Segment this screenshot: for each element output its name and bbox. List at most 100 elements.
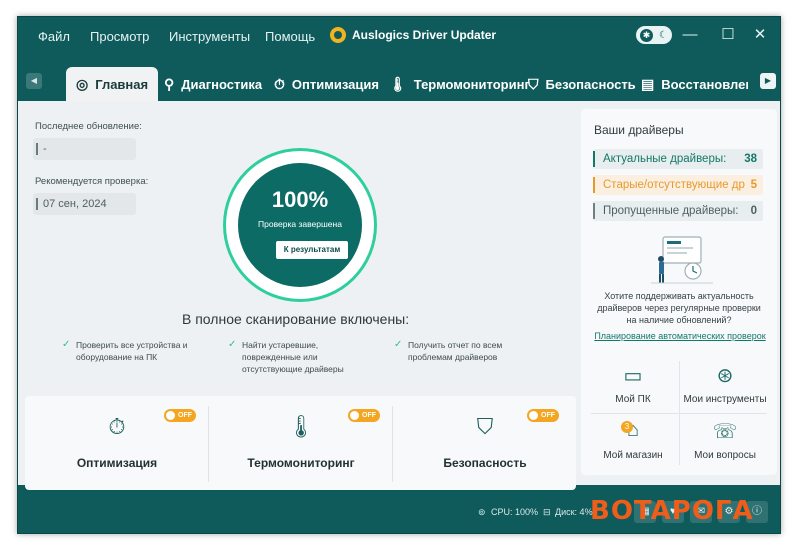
monitor-icon: ▭ [623,365,643,387]
tab-diagnostics-label: Диагностика [181,76,263,92]
moon-icon: ☾ [659,29,668,41]
disk-usage: Диск: 4% [555,507,593,517]
gauge-percent: 100% [271,187,329,212]
feature-text: Найти устаревшие, поврежденные или отсут… [242,340,344,374]
menu-tools[interactable]: Инструменты [169,29,250,44]
last-update-value: - [33,138,136,160]
tab-security[interactable]: ⛉ Безопасность [528,67,636,101]
scan-progress-gauge: 100% Проверка завершена К результатам [223,148,377,302]
schedule-checks-link[interactable]: Планирование автоматических проверок [589,331,771,341]
tab-home-label: Главная [95,76,149,92]
tools-icon: ⊛ [716,365,734,387]
feature-text: Получить отчет по всем проблемам драйвер… [408,340,503,362]
driver-row-label: Актуальные драйверы: [603,153,727,165]
app-title: Auslogics Driver Updater [330,27,496,43]
scan-title: В полное сканирование включены: [182,311,410,327]
support-icon: ☏ [712,421,738,443]
tab-home[interactable]: ◎ Главная [66,67,159,101]
menu-view[interactable]: Просмотр [90,29,149,44]
store-icon: ⌂ [626,419,640,441]
chevron-left-icon: ◀ [30,76,38,85]
card-thermo[interactable]: 🌡 Термомониторинг OFF [209,396,393,490]
app-logo-icon [330,27,346,43]
tab-diagnostics[interactable]: ⚲ Диагностика [164,67,262,101]
feature-cards: ⏱ Оптимизация OFF 🌡 Термомониторинг OFF … [25,396,576,490]
tab-optimization-label: Оптимизация [291,76,379,92]
feature-item: ✓ Получить отчет по всем проблемам драйв… [394,339,538,363]
security-toggle[interactable]: OFF [527,409,559,422]
main-content: Последнее обновление: - Рекомендуется пр… [18,101,780,490]
theme-toggle[interactable]: ✱ ☾ [636,26,672,44]
sun-icon: ✱ [640,28,653,42]
driver-row-count: 0 [750,205,757,217]
quick-label: Мой магазин [603,450,663,461]
tab-security-label: Безопасность [545,76,636,92]
optimization-toggle[interactable]: OFF [164,409,196,422]
search-icon: ⚲ [164,75,175,92]
tab-strip: ◎ Главная ⚲ Диагностика ⏱ Оптимизация 🌡 … [58,61,748,101]
quick-label: Мои инструменты [683,394,767,405]
check-icon: ✓ [228,339,237,350]
card-title: Оптимизация [76,456,158,470]
card-optimization[interactable]: ⏱ Оптимизация OFF [25,396,209,490]
thermometer-icon: 🌡 [389,75,407,92]
drivers-up-to-date[interactable]: Актуальные драйверы: 38 [593,149,763,169]
drivers-skipped[interactable]: Пропущенные драйверы: 0 [593,201,763,221]
card-security[interactable]: ⛉ Безопасность OFF [393,396,577,490]
tab-scroll-right-button[interactable]: ▶ [760,73,776,89]
check-icon: ✓ [62,339,71,350]
app-title-text: Auslogics Driver Updater [352,28,497,42]
app-window: Файл Просмотр Инструменты Помощь Auslogi… [17,16,781,534]
drivers-outdated[interactable]: Старые/отсутствующие др 5 [593,175,763,195]
my-store-button[interactable]: ⌂ 3 Мой магазин [587,413,679,469]
watermark: BOTAPOГA [590,496,754,526]
menu-help[interactable]: Помощь [265,29,315,44]
my-tools-button[interactable]: ⊛ Мои инструменты [679,357,771,413]
feature-text: Проверить все устройства и оборудование … [76,340,188,362]
cpu-usage: CPU: 100% [491,507,539,517]
maximize-icon: ☐ [721,26,735,43]
driver-row-label: Пропущенные драйверы: [603,205,739,217]
minimize-button[interactable]: — [680,25,700,45]
quick-label: Мой ПК [615,394,651,405]
minimize-icon: — [682,26,698,43]
driver-row-count: 5 [750,179,757,191]
last-update-label: Последнее обновление: [35,121,142,132]
tab-optimization[interactable]: ⏱ Оптимизация [274,67,379,101]
recommended-check-value: 07 сен, 2024 [33,193,136,215]
store-badge: 3 [621,421,633,433]
tab-scroll-left-button[interactable]: ◀ [26,73,42,89]
feature-item: ✓ Найти устаревшие, поврежденные или отс… [228,339,372,375]
results-button[interactable]: К результатам [276,241,348,259]
target-icon: ◎ [76,75,89,92]
schedule-illustration-icon [651,236,713,284]
drivers-title: Ваши драйверы [594,123,684,137]
card-title: Безопасность [443,456,527,470]
driver-row-count: 38 [744,153,757,165]
thermo-toggle[interactable]: OFF [348,409,380,422]
maximize-button[interactable]: ☐ [718,25,738,45]
close-button[interactable]: ✕ [750,25,770,45]
tab-restore-label: Восстановление [661,76,748,92]
disk-icon: ⊟ [543,507,551,517]
menu-file[interactable]: Файл [38,29,70,44]
tab-thermo[interactable]: 🌡 Термомониторинг [389,67,530,101]
tab-bar: ◀ ◎ Главная ⚲ Диагностика ⏱ Оптимизация … [18,61,780,101]
my-pc-button[interactable]: ▭ Мой ПК [587,357,679,413]
feature-item: ✓ Проверить все устройства и оборудовани… [62,339,216,363]
check-icon: ✓ [394,339,403,350]
quick-access-grid: ▭ Мой ПК ⊛ Мои инструменты ⌂ 3 Мой магаз… [587,357,771,469]
cpu-icon: ⊚ [478,507,486,517]
quick-label: Мои вопросы [694,450,756,461]
driver-row-label: Старые/отсутствующие др [603,179,745,191]
recommended-check-label: Рекомендуется проверка: [35,176,149,187]
drivers-panel: Ваши драйверы Актуальные драйверы: 38 Ст… [581,109,777,475]
title-bar: Файл Просмотр Инструменты Помощь Auslogi… [18,17,780,55]
tab-restore[interactable]: ▤ Восстановление [641,67,748,101]
my-questions-button[interactable]: ☏ Мои вопросы [679,413,771,469]
gauge-core: 100% Проверка завершена К результатам [238,163,362,287]
close-icon: ✕ [753,26,767,43]
restore-icon: ▤ [641,75,655,92]
card-title: Термомониторинг [247,456,355,470]
gauge-status: Проверка завершена [258,219,342,229]
